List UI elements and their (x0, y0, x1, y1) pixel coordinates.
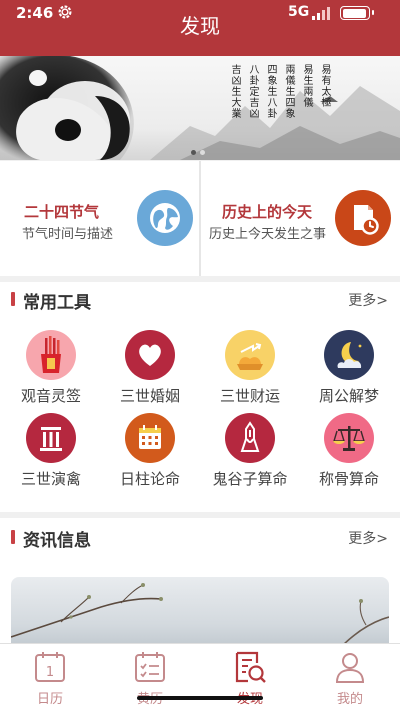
poem-column: 四象生八卦 (265, 64, 276, 119)
poem-column: 兩儀生四象 (283, 64, 294, 119)
globe-icon (137, 190, 193, 246)
page-title: 发现 (180, 14, 220, 38)
banner-poem: 易有太極 易生兩儀 兩儀生四象 四象生八卦 八卦定吉凶 吉凶生大業 (229, 64, 330, 119)
discover-icon (235, 651, 266, 683)
tool-label: 三世财运 (219, 387, 280, 405)
calendar-icon (125, 413, 175, 463)
news-section: 资讯信息 更多> (0, 518, 400, 643)
poem-column: 易生兩儀 (301, 64, 312, 108)
gold-ingot-icon (225, 330, 275, 380)
tool-guanyin-lots[interactable]: 观音灵签 (6, 330, 96, 406)
poem-column: 八卦定吉凶 (247, 64, 258, 119)
history-today-subtitle: 历史上今天发生之事 (209, 227, 327, 242)
fortune-sticks-icon (26, 330, 76, 380)
tool-label: 鬼谷子算命 (212, 470, 288, 488)
calendar-clock-icon (335, 190, 391, 246)
carousel-indicator (191, 150, 205, 155)
bottom-tab-bar: 1 日历 黄历 发现 我的 (0, 643, 400, 711)
feature-cards: 二十四节气 节气时间与描述 历史上的今天 历史上今天发生之事 (0, 161, 400, 276)
tool-label: 三世演禽 (20, 470, 81, 488)
news-header: 资讯信息 更多> (0, 520, 400, 556)
news-title: 资讯信息 (23, 531, 91, 551)
tool-label: 日柱论命 (119, 470, 180, 488)
tool-label: 周公解梦 (318, 387, 379, 405)
status-time: 2:46 (16, 4, 54, 22)
tool-three-lives-marriage[interactable]: 三世婚姻 (105, 330, 195, 406)
tab-label: 日历 (36, 692, 63, 707)
tool-guiguzi[interactable]: 鬼谷子算命 (205, 413, 295, 489)
tool-three-lives-birds[interactable]: 三世演禽 (6, 413, 96, 489)
solar-terms-subtitle: 节气时间与描述 (22, 227, 114, 242)
tool-label: 称骨算命 (318, 470, 379, 488)
calendar-day-number: 1 (46, 665, 54, 680)
tool-bone-weight[interactable]: 称骨算命 (304, 413, 394, 489)
tool-label: 观音灵签 (20, 387, 81, 405)
settings-gear-icon (58, 5, 72, 19)
pillar-icon (26, 413, 76, 463)
tool-three-lives-wealth[interactable]: 三世财运 (205, 330, 295, 406)
poem-column: 易有太極 (319, 64, 330, 108)
tab-discover[interactable]: 发现 (200, 644, 300, 711)
news-more-link[interactable]: 更多> (348, 528, 388, 548)
tools-header: 常用工具 更多> (0, 282, 400, 318)
banner-carousel[interactable]: 易有太極 易生兩儀 兩儀生四象 四象生八卦 八卦定吉凶 吉凶生大業 (0, 56, 400, 160)
tab-profile[interactable]: 我的 (300, 644, 400, 711)
tool-zhougong-dreams[interactable]: 周公解梦 (304, 330, 394, 406)
scale-icon (324, 413, 374, 463)
signal-icon (312, 7, 330, 20)
tool-label: 三世婚姻 (119, 387, 180, 405)
solar-terms-title: 二十四节气 (24, 203, 100, 221)
history-today-card[interactable]: 历史上的今天 历史上今天发生之事 (201, 161, 400, 276)
history-today-title: 历史上的今天 (222, 203, 313, 221)
carousel-dot (191, 150, 196, 155)
solar-terms-card[interactable]: 二十四节气 节气时间与描述 (0, 161, 199, 276)
almanac-icon (135, 652, 165, 682)
carousel-dot (200, 150, 205, 155)
tab-calendar[interactable]: 1 日历 (0, 644, 100, 711)
poem-column: 吉凶生大業 (229, 64, 240, 119)
section-marker (11, 530, 15, 544)
banner-artwork (0, 56, 400, 160)
profile-icon (335, 653, 365, 683)
tab-almanac[interactable]: 黄历 (100, 644, 200, 711)
tools-section: 常用工具 更多> 观音灵签 三世婚姻 三世财运 周公解梦 三世演禽 日柱论命 鬼… (0, 282, 400, 512)
calendar-day-icon: 1 (35, 652, 65, 682)
moon-cloud-icon (324, 330, 374, 380)
home-indicator[interactable] (137, 696, 263, 700)
news-cover-image[interactable] (11, 577, 389, 643)
section-marker (11, 292, 15, 306)
network-type: 5G (288, 4, 310, 20)
tools-title: 常用工具 (23, 293, 91, 313)
tools-more-link[interactable]: 更多> (348, 290, 388, 310)
battery-icon (340, 6, 374, 20)
branch-photo (11, 583, 389, 643)
master-icon (225, 413, 275, 463)
heart-icon (125, 330, 175, 380)
app-header: 发现 (0, 14, 400, 56)
tool-day-pillar[interactable]: 日柱论命 (105, 413, 195, 489)
tab-label: 我的 (336, 692, 363, 707)
